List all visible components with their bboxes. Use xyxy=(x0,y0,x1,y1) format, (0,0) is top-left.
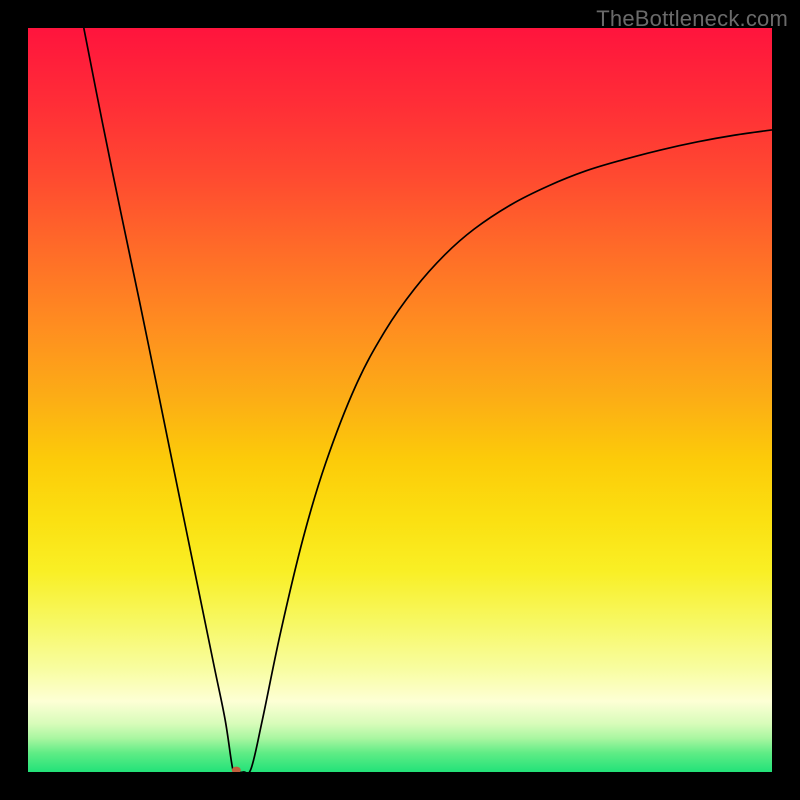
gradient-background xyxy=(28,28,772,772)
plot-area xyxy=(28,28,772,772)
watermark-text: TheBottleneck.com xyxy=(596,6,788,32)
chart-frame: TheBottleneck.com xyxy=(0,0,800,800)
chart-canvas xyxy=(28,28,772,772)
